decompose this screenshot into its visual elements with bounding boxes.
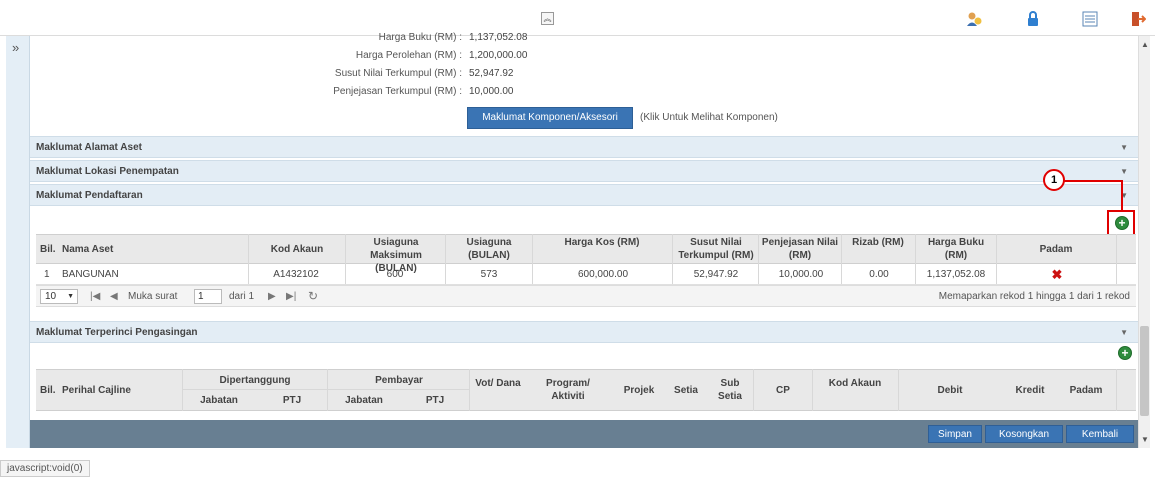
table-row: 1 BANGUNAN A1432102 600 573 600,000.00 5… bbox=[36, 265, 1136, 285]
scroll-down-icon[interactable]: ▼ bbox=[1141, 435, 1149, 444]
col-pembayar: Pembayar bbox=[375, 375, 423, 386]
chevron-down-icon[interactable]: ▼ bbox=[1120, 167, 1128, 176]
section-pendaftaran[interactable]: Maklumat Pendaftaran ▼ bbox=[30, 184, 1138, 206]
scrollbar-thumb[interactable] bbox=[1140, 326, 1149, 416]
col-program-aktiviti: Program/ Aktiviti bbox=[546, 378, 590, 402]
col-padam: Padam bbox=[1039, 244, 1073, 255]
komponen-hint: (Klik Untuk Melihat Komponen) bbox=[640, 112, 778, 123]
cell-nama-aset: BANGUNAN bbox=[62, 269, 119, 280]
col-kod-akaun: Kod Akaun bbox=[828, 378, 882, 389]
col-dipertanggung: Dipertanggung bbox=[219, 375, 291, 386]
record-summary: Memaparkan rekod 1 hingga 1 dari 1 rekod bbox=[938, 291, 1130, 302]
col-projek: Projek bbox=[623, 385, 655, 396]
col-perihal-cajline: Perihal Cajline bbox=[62, 385, 131, 396]
cell-usiaguna-maksimum: 600 bbox=[386, 269, 404, 280]
prev-page-icon[interactable]: ◀ bbox=[110, 291, 118, 302]
summary-label: Harga Buku (RM) : bbox=[378, 32, 462, 43]
cell-harga-kos: 600,000.00 bbox=[577, 269, 629, 280]
cell-penjejasan: 10,000.00 bbox=[778, 269, 824, 280]
list-view-icon[interactable] bbox=[1082, 11, 1098, 27]
susut-nilai-value: 52,947.92 bbox=[469, 68, 514, 79]
col-nama-aset: Nama Aset bbox=[62, 244, 114, 255]
page-size-select[interactable]: 10 ▼ bbox=[40, 289, 78, 304]
section-pengasingan[interactable]: Maklumat Terperinci Pengasingan ▼ bbox=[30, 321, 1138, 343]
col-harga-buku: Harga Buku (RM) bbox=[927, 237, 985, 261]
page-size-value: 10 bbox=[45, 291, 57, 302]
col-bil: Bil. bbox=[40, 244, 56, 255]
footer-action-bar: Simpan Kosongkan Kembali bbox=[30, 420, 1138, 448]
logout-icon[interactable] bbox=[1130, 11, 1146, 27]
callout-line bbox=[1064, 180, 1123, 182]
page-label: Muka surat bbox=[128, 291, 178, 302]
scroll-up-icon[interactable]: ▲ bbox=[1141, 40, 1149, 49]
summary-labels: Harga Buku (RM) : Harga Perolehan (RM) :… bbox=[200, 32, 462, 112]
section-title: Maklumat Pendaftaran bbox=[36, 190, 143, 201]
section-title: Maklumat Alamat Aset bbox=[36, 142, 142, 153]
chevron-down-icon[interactable]: ▼ bbox=[1120, 143, 1128, 152]
col-ptj: PTJ bbox=[282, 395, 302, 406]
add-row-button[interactable]: + bbox=[1115, 216, 1129, 230]
komponen-aksesori-button[interactable]: Maklumat Komponen/Aksesori bbox=[467, 107, 633, 129]
sidebar: » bbox=[6, 36, 30, 448]
callout-line bbox=[1121, 180, 1123, 211]
chevron-down-icon[interactable]: ▼ bbox=[1120, 328, 1128, 337]
cell-bil: 1 bbox=[44, 269, 50, 280]
add-cajline-button[interactable]: + bbox=[1118, 346, 1132, 360]
col-kod-akaun: Kod Akaun bbox=[270, 244, 324, 255]
col-bil: Bil. bbox=[40, 385, 56, 396]
col-kredit: Kredit bbox=[1015, 385, 1045, 396]
section-lokasi-penempatan[interactable]: Maklumat Lokasi Penempatan ▼ bbox=[30, 160, 1138, 182]
col-vot-dana: Vot/ Dana bbox=[475, 378, 521, 389]
top-toolbar: ︽ bbox=[0, 0, 1155, 36]
scrollbar[interactable]: ▲ ▼ bbox=[1138, 36, 1150, 448]
col-debit: Debit bbox=[937, 385, 963, 396]
cell-susut-nilai: 52,947.92 bbox=[693, 269, 739, 280]
double-chevron-up-icon[interactable]: ︽ bbox=[541, 12, 554, 25]
user-help-icon[interactable] bbox=[966, 11, 982, 27]
cell-harga-buku: 1,137,052.08 bbox=[926, 269, 986, 280]
kembali-button[interactable]: Kembali bbox=[1066, 425, 1134, 443]
first-page-icon[interactable]: |◀ bbox=[90, 291, 100, 302]
col-padam: Padam bbox=[1069, 385, 1103, 396]
last-page-icon[interactable]: ▶| bbox=[286, 291, 296, 302]
col-setia: Setia bbox=[674, 385, 698, 396]
kosongkan-button[interactable]: Kosongkan bbox=[985, 425, 1063, 443]
page-number-input[interactable]: 1 bbox=[194, 289, 222, 304]
cell-rizab: 0.00 bbox=[869, 269, 889, 280]
pager: 10 ▼ |◀ ◀ Muka surat 1 dari 1 ▶ ▶| ↻ Mem… bbox=[36, 285, 1136, 307]
status-url: javascript:void(0) bbox=[0, 460, 90, 477]
cell-kod-akaun: A1432102 bbox=[273, 269, 319, 280]
col-jabatan: Jabatan bbox=[345, 395, 383, 406]
section-alamat-aset[interactable]: Maklumat Alamat Aset ▼ bbox=[30, 136, 1138, 158]
col-ptj: PTJ bbox=[425, 395, 445, 406]
section-title: Maklumat Lokasi Penempatan bbox=[36, 166, 179, 177]
col-cp: CP bbox=[776, 385, 790, 396]
harga-perolehan-value: 1,200,000.00 bbox=[469, 50, 528, 61]
summary-label: Penjejasan Terkumpul (RM) : bbox=[333, 86, 462, 97]
simpan-button[interactable]: Simpan bbox=[928, 425, 982, 443]
delete-icon[interactable]: ✖ bbox=[998, 267, 1116, 283]
col-usiaguna: Usiaguna (BULAN) bbox=[466, 237, 512, 261]
col-rizab: Rizab (RM) bbox=[852, 237, 904, 248]
cell-usiaguna: 573 bbox=[480, 269, 498, 280]
col-susut-nilai: Susut Nilai Terkumpul (RM) bbox=[678, 237, 754, 261]
sidebar-toggle[interactable]: » bbox=[12, 40, 19, 55]
summary-label: Susut Nilai Terkumpul (RM) : bbox=[334, 68, 462, 79]
refresh-icon[interactable]: ↻ bbox=[308, 289, 318, 303]
callout-marker: 1 bbox=[1043, 169, 1065, 191]
harga-buku-value: 1,137,052.08 bbox=[469, 32, 528, 43]
col-sub-setia: Sub Setia bbox=[718, 378, 742, 402]
col-jabatan: Jabatan bbox=[200, 395, 238, 406]
status-bar: javascript:void(0) bbox=[0, 458, 1155, 479]
next-page-icon[interactable]: ▶ bbox=[268, 291, 276, 302]
lock-icon[interactable] bbox=[1025, 11, 1041, 27]
penjejasan-value: 10,000.00 bbox=[469, 86, 514, 97]
col-penjejasan-nilai: Penjejasan Nilai (RM) bbox=[761, 237, 839, 261]
col-harga-kos: Harga Kos (RM) bbox=[564, 237, 640, 248]
section-title: Maklumat Terperinci Pengasingan bbox=[36, 327, 198, 338]
dropdown-icon: ▼ bbox=[67, 293, 74, 300]
page-of-label: dari 1 bbox=[229, 291, 255, 302]
summary-label: Harga Perolehan (RM) : bbox=[355, 50, 462, 61]
